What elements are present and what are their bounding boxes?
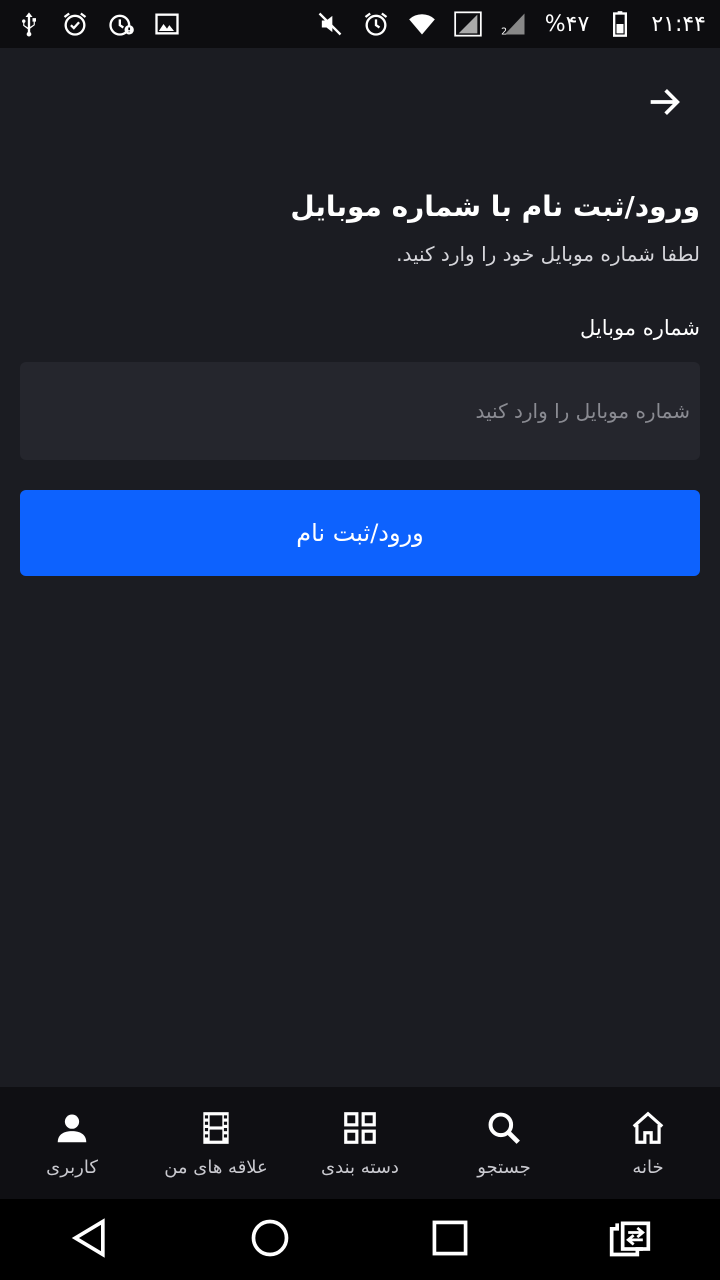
back-button[interactable] — [640, 80, 688, 128]
nav-item-profile[interactable]: کاربری — [0, 1109, 144, 1178]
status-bar-right: 2 %۴۷ ۲۱:۴۴ — [315, 9, 706, 39]
person-icon — [53, 1109, 91, 1151]
mute-icon — [315, 9, 345, 39]
status-bar: 2 %۴۷ ۲۱:۴۴ — [0, 0, 720, 48]
bottom-nav: کاربری علاقه های من دسته بندی جستجو خانه — [0, 1087, 720, 1199]
system-home-button[interactable] — [240, 1210, 300, 1270]
status-bar-left — [14, 9, 182, 39]
home-icon — [629, 1109, 667, 1151]
recents-square-icon — [428, 1216, 472, 1264]
nav-label-search: جستجو — [477, 1156, 531, 1178]
svg-text:2: 2 — [501, 27, 507, 38]
page-subtitle: لطفا شماره موبایل خود را وارد کنید. — [396, 242, 700, 266]
page-title: ورود/ثبت نام با شماره موبایل — [290, 190, 700, 223]
arrow-right-icon — [644, 82, 684, 126]
switch-app-icon — [608, 1216, 652, 1264]
nav-label-favorites: علاقه های من — [164, 1156, 268, 1178]
image-icon — [152, 9, 182, 39]
mobile-field-label: شماره موبایل — [579, 316, 700, 340]
login-register-button[interactable]: ورود/ثبت نام — [20, 490, 700, 576]
nav-item-search[interactable]: جستجو — [432, 1109, 576, 1178]
signal-sim1-icon — [453, 9, 483, 39]
system-recents-button[interactable] — [420, 1210, 480, 1270]
usb-icon — [14, 9, 44, 39]
back-triangle-icon — [68, 1216, 112, 1264]
film-icon — [197, 1109, 235, 1151]
system-switch-app-button[interactable] — [600, 1210, 660, 1270]
nav-label-categories: دسته بندی — [321, 1156, 399, 1178]
nav-item-home[interactable]: خانه — [576, 1109, 720, 1178]
system-back-button[interactable] — [60, 1210, 120, 1270]
mobile-input-container — [20, 362, 700, 460]
nav-item-categories[interactable]: دسته بندی — [288, 1109, 432, 1178]
clock: ۲۱:۴۴ — [651, 11, 706, 37]
nav-item-favorites[interactable]: علاقه های من — [144, 1109, 288, 1178]
wifi-icon — [407, 9, 437, 39]
nav-label-home: خانه — [632, 1156, 664, 1178]
alarm-alert-icon — [106, 9, 136, 39]
search-icon — [485, 1109, 523, 1151]
grid-icon — [341, 1109, 379, 1151]
home-circle-icon — [248, 1216, 292, 1264]
alarm-check-icon — [60, 9, 90, 39]
system-nav-bar — [0, 1199, 720, 1280]
alarm-icon — [361, 9, 391, 39]
signal-sim2-icon: 2 — [499, 9, 529, 39]
nav-label-profile: کاربری — [46, 1156, 98, 1178]
battery-icon — [605, 9, 635, 39]
battery-percent: %۴۷ — [544, 11, 590, 37]
mobile-input[interactable] — [20, 362, 700, 460]
